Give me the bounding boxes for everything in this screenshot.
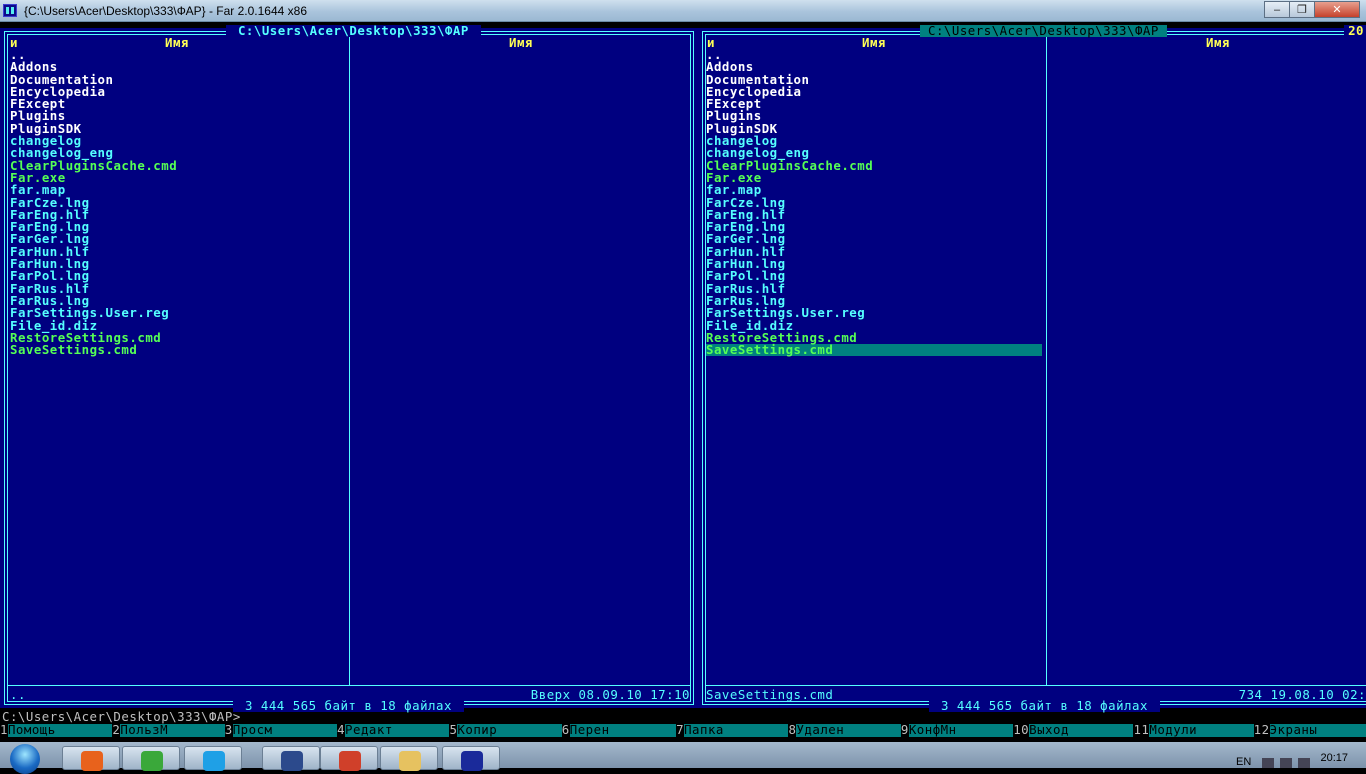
left-panel[interactable]: C:\Users\Acer\Desktop\333\ФАР и Имя Имя … [0, 24, 698, 713]
close-button[interactable]: ✕ [1314, 1, 1360, 18]
file-row[interactable]: SaveSettings.cmd [10, 343, 177, 356]
taskbar: EN 20:17 [0, 742, 1366, 774]
opera-icon [339, 751, 361, 771]
taskbar-button[interactable] [262, 746, 320, 771]
floppy-icon [281, 751, 303, 771]
taskbar-button[interactable] [442, 746, 500, 771]
taskbar-button[interactable] [122, 746, 180, 771]
right-summary: 3 444 565 байт в 18 файлах [929, 699, 1160, 713]
fkey-5[interactable]: 5 Копир [449, 723, 562, 737]
far-console: C:\Users\Acer\Desktop\333\ФАР и Имя Имя … [0, 22, 1366, 742]
fkey-7[interactable]: 7 Папка [676, 723, 789, 737]
fkey-10[interactable]: 10 Выход [1013, 723, 1134, 737]
window-controls: – ❐ ✕ [1264, 1, 1360, 19]
left-status-info: Вверх 08.09.10 17:10 [530, 687, 690, 702]
windows-orb-icon [10, 744, 40, 774]
fkey-3[interactable]: 3 Просм [224, 723, 338, 737]
skype-icon [203, 751, 225, 771]
file-row[interactable]: .. [706, 48, 1042, 61]
right-status-name: SaveSettings.cmd [706, 687, 834, 702]
explorer-folder-icon [399, 751, 421, 771]
tray-volume-icon[interactable] [1298, 758, 1310, 768]
fkey-4[interactable]: 4 Редакт [337, 723, 450, 737]
column-header-name[interactable]: Имя [862, 36, 886, 49]
window-title: {C:\Users\Acer\Desktop\333\ФАР} - Far 2.… [24, 4, 307, 18]
right-file-list: .. Addons Documentation Encyclopedia FExcept… [706, 48, 1042, 357]
firefox-icon [81, 751, 103, 771]
left-status-name: .. [10, 687, 26, 702]
system-tray: EN 20:17 [1196, 742, 1366, 768]
column-header-name-2[interactable]: Имя [509, 36, 533, 49]
window-titlebar: {C:\Users\Acer\Desktop\333\ФАР} - Far 2.… [0, 0, 1366, 22]
fkey-1[interactable]: 1 Помощь [0, 723, 113, 737]
fkey-11[interactable]: 11 Модули [1133, 723, 1254, 737]
right-panel-path[interactable]: C:\Users\Acer\Desktop\333\ФАР [920, 24, 1167, 38]
column-header-name[interactable]: Имя [165, 36, 189, 49]
minimize-button[interactable]: – [1264, 1, 1290, 18]
console-clock-fragment: 20 [1344, 24, 1366, 38]
file-row[interactable]: SaveSettings.cmd [706, 343, 1042, 357]
taskbar-button[interactable] [62, 746, 120, 771]
language-indicator[interactable]: EN [1236, 756, 1251, 768]
left-file-list: .. Addons Documentation Encyclopedia FExcept… [10, 48, 177, 356]
maximize-button[interactable]: ❐ [1289, 1, 1315, 18]
left-panel-path[interactable]: C:\Users\Acer\Desktop\333\ФАР [226, 24, 481, 38]
fkey-12[interactable]: 12 Экраны [1253, 723, 1366, 737]
start-button[interactable] [4, 742, 44, 774]
taskbar-button[interactable] [184, 746, 242, 771]
tray-flag-icon[interactable] [1262, 758, 1274, 768]
fkey-6[interactable]: 6 Перен [561, 723, 677, 737]
fkey-8[interactable]: 8 Удален [788, 723, 901, 737]
taskbar-clock[interactable]: 20:17 [1320, 752, 1348, 764]
fkey-2[interactable]: 2 ПользМ [112, 723, 225, 737]
far-icon [461, 751, 483, 771]
utorrent-icon [141, 751, 163, 771]
right-panel[interactable]: C:\Users\Acer\Desktop\333\ФАР 20 и Имя И… [698, 24, 1366, 713]
left-summary: 3 444 565 байт в 18 файлах [233, 699, 464, 713]
fkey-9[interactable]: 9 КонфМн [900, 723, 1014, 737]
tray-network-icon[interactable] [1280, 758, 1292, 768]
right-status-info: 734 19.08.10 02: [1238, 687, 1366, 702]
function-key-bar: 1 Помощь 2 ПользМ 3 Просм 4 Редакт 5 Копир 6 Перен 7… [0, 723, 1366, 737]
column-header-name-2[interactable]: Имя [1206, 36, 1230, 49]
far-app-icon[interactable] [3, 4, 17, 17]
taskbar-button[interactable] [320, 746, 378, 771]
taskbar-button[interactable] [380, 746, 438, 771]
